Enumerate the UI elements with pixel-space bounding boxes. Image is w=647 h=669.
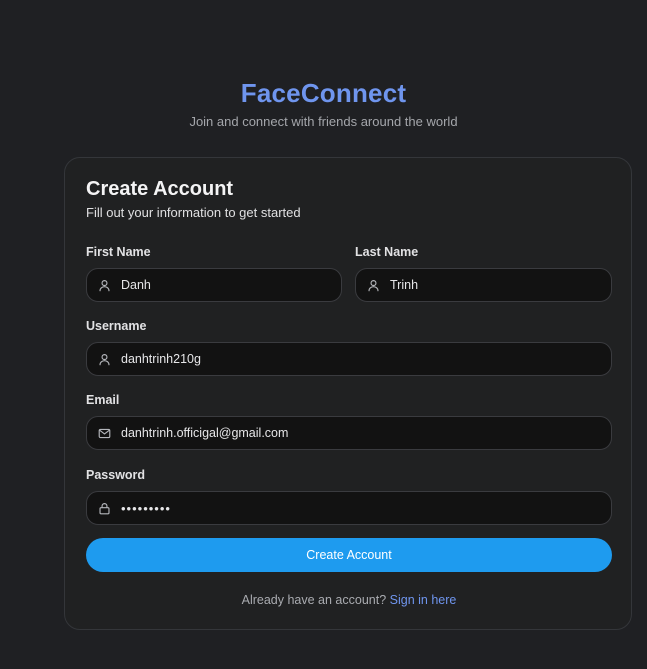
user-icon bbox=[97, 278, 111, 292]
first-name-field[interactable] bbox=[86, 268, 342, 302]
user-icon bbox=[97, 352, 111, 366]
app-title: FaceConnect bbox=[240, 78, 407, 108]
last-name-input[interactable] bbox=[390, 269, 611, 301]
password-input[interactable] bbox=[121, 492, 611, 524]
password-field[interactable] bbox=[86, 491, 612, 525]
mail-icon bbox=[97, 426, 111, 440]
signin-link[interactable]: Sign in here bbox=[390, 593, 457, 607]
username-label: Username bbox=[86, 319, 147, 333]
app-tagline: Join and connect with friends around the… bbox=[189, 114, 458, 129]
form-title: Create Account bbox=[86, 178, 234, 200]
email-field[interactable] bbox=[86, 416, 612, 450]
signin-prompt: Already have an account? Sign in here bbox=[65, 593, 633, 607]
last-name-label: Last Name bbox=[355, 245, 419, 259]
user-icon bbox=[366, 278, 380, 292]
first-name-label: First Name bbox=[86, 245, 151, 259]
form-subtitle: Fill out your information to get started bbox=[86, 205, 301, 220]
create-account-button[interactable]: Create Account bbox=[86, 538, 612, 572]
lock-icon bbox=[97, 501, 111, 515]
password-label: Password bbox=[86, 468, 146, 482]
username-field[interactable] bbox=[86, 342, 612, 376]
username-input[interactable] bbox=[121, 343, 611, 375]
signup-card: Create Account Fill out your information… bbox=[64, 157, 632, 630]
signin-prompt-text: Already have an account? bbox=[241, 593, 387, 607]
first-name-input[interactable] bbox=[121, 269, 341, 301]
email-label: Email bbox=[86, 393, 120, 407]
last-name-field[interactable] bbox=[355, 268, 612, 302]
email-input[interactable] bbox=[121, 417, 611, 449]
